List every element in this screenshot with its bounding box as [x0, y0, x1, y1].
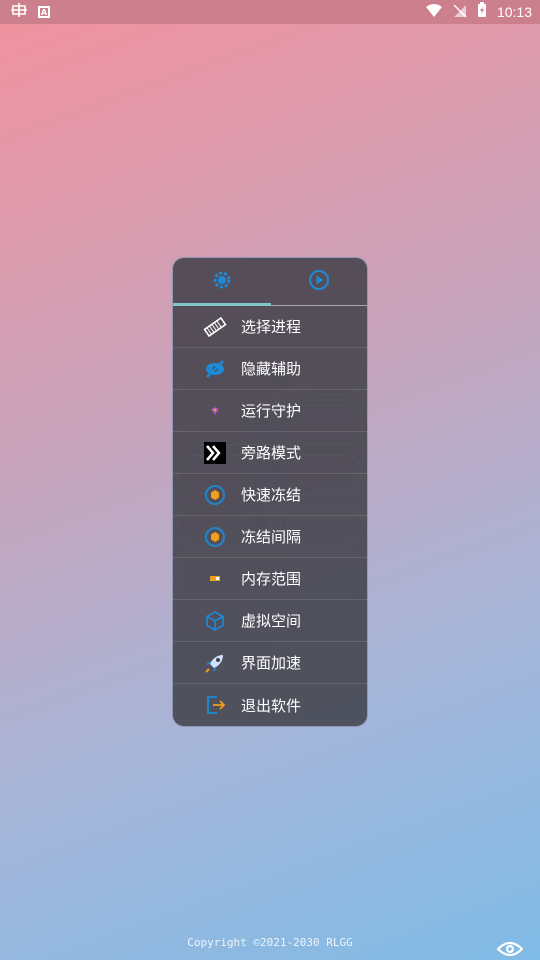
chevrons-right-icon	[203, 441, 227, 465]
tab-indicator	[173, 303, 271, 306]
menu-item-freeze-interval[interactable]: 冻结间隔	[173, 516, 367, 558]
menu-item-run-guard[interactable]: 运行守护	[173, 390, 367, 432]
exit-icon	[203, 693, 227, 717]
battery-charging-icon	[477, 2, 487, 22]
menu-item-exit-app[interactable]: 退出软件	[173, 684, 367, 726]
gear-icon	[211, 269, 233, 295]
menu-item-label: 退出软件	[241, 696, 302, 715]
snowflake-timer-icon	[203, 525, 227, 549]
menu-item-select-process[interactable]: 选择进程	[173, 306, 367, 348]
menu-item-hide-assist[interactable]: 隐藏辅助	[173, 348, 367, 390]
bug-notification-icon	[10, 2, 28, 22]
wifi-icon	[425, 3, 443, 22]
eye-off-icon	[203, 357, 227, 381]
a-notification-icon: A	[38, 6, 50, 18]
rocket-icon	[203, 651, 227, 675]
play-circle-icon	[308, 269, 330, 295]
menu-item-ui-accelerate[interactable]: 界面加速	[173, 642, 367, 684]
floating-menu: 选择进程 隐藏辅助 运行守护 旁路模式 快速冻结 冻结间隔 内存范围 虚拟空间 …	[172, 257, 368, 727]
memory-chip-icon	[203, 315, 227, 339]
tab-run[interactable]	[270, 258, 367, 305]
menu-item-label: 运行守护	[241, 402, 302, 420]
menu-item-label: 冻结间隔	[241, 528, 302, 546]
menu-item-memory-range[interactable]: 内存范围	[173, 558, 367, 600]
memory-range-icon	[203, 567, 227, 591]
menu-tabs	[173, 258, 367, 306]
cube-icon	[203, 609, 227, 633]
menu-item-label: 隐藏辅助	[241, 360, 302, 378]
menu-item-label: 界面加速	[241, 654, 302, 672]
menu-item-label: 虚拟空间	[241, 612, 302, 630]
no-signal-icon	[453, 3, 467, 22]
menu-item-label: 旁路模式	[241, 444, 302, 462]
menu-item-label: 选择进程	[241, 318, 302, 336]
copyright-text: Copyright ©2021-2030 RLGG	[187, 936, 353, 949]
snowflake-icon	[203, 483, 227, 507]
status-time: 10:13	[496, 4, 532, 20]
status-bar: A 10:13	[0, 0, 540, 24]
eye-icon[interactable]	[496, 940, 524, 958]
menu-item-bypass-mode[interactable]: 旁路模式	[173, 432, 367, 474]
tab-settings[interactable]	[173, 258, 270, 305]
menu-item-quick-freeze[interactable]: 快速冻结	[173, 474, 367, 516]
shield-icon	[203, 399, 227, 423]
menu-item-virtual-space[interactable]: 虚拟空间	[173, 600, 367, 642]
menu-item-label: 快速冻结	[241, 486, 302, 504]
menu-item-label: 内存范围	[241, 570, 302, 588]
